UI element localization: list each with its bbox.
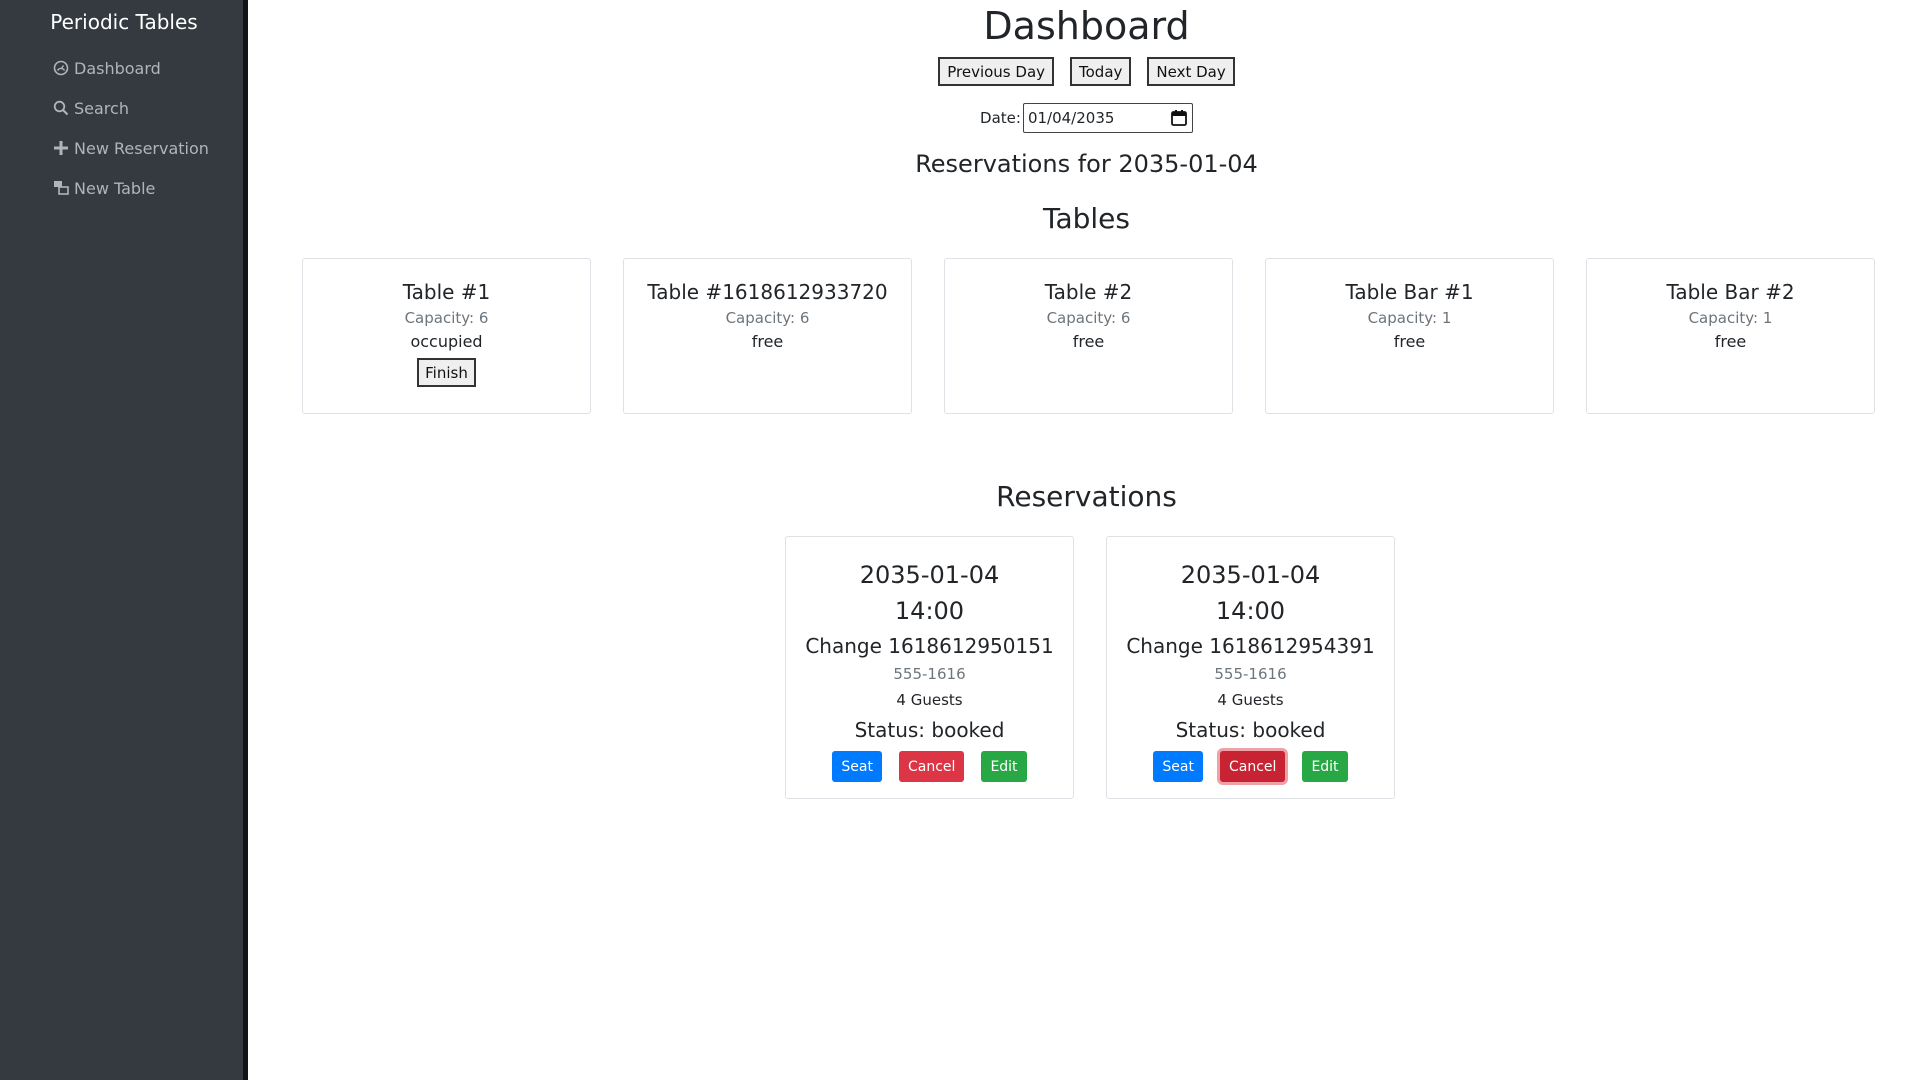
seat-button[interactable]: Seat: [832, 751, 882, 782]
reservations-heading: Reservations: [996, 480, 1177, 513]
table-capacity: Capacity: 6: [404, 309, 489, 327]
reservations-for-heading: Reservations for 2035-01-04: [915, 150, 1258, 178]
date-picker-row: Date: 01/04/2035: [253, 103, 1920, 133]
reservation-actions: Seat Cancel Edit: [1107, 751, 1394, 782]
edit-button[interactable]: Edit: [1302, 751, 1348, 782]
reservation-name: Change 1618612950151: [805, 634, 1054, 658]
table-capacity: Capacity: 6: [725, 309, 810, 327]
reservations-list: 2035-01-04 14:00 Change 1618612950151 55…: [785, 536, 1395, 799]
table-name: Table Bar #2: [1666, 280, 1795, 304]
tables-list: Table #1 Capacity: 6 occupied Finish Tab…: [302, 258, 1875, 414]
table-name: Table #1: [402, 280, 491, 304]
table-name: Table #1618612933720: [647, 280, 888, 304]
finish-button[interactable]: Finish: [417, 358, 476, 387]
reservation-card: 2035-01-04 14:00 Change 1618612950151 55…: [785, 536, 1074, 799]
cancel-button[interactable]: Cancel: [899, 751, 965, 782]
reservation-phone: 555-1616: [893, 665, 966, 683]
table-capacity: Capacity: 6: [1046, 309, 1131, 327]
table-card: Table Bar #1 Capacity: 1 free: [1265, 258, 1554, 414]
date-input-value: 01/04/2035: [1027, 109, 1115, 127]
sidebar-item-new-reservation[interactable]: New Reservation: [53, 128, 209, 168]
main-content: Dashboard Previous Day Today Next Day Da…: [253, 0, 1920, 1080]
page-title: Dashboard: [983, 4, 1190, 48]
table-status: free: [1393, 332, 1426, 351]
reservation-phone: 555-1616: [1214, 665, 1287, 683]
reservation-date: 2035-01-04: [1180, 561, 1321, 589]
sidebar-item-label: New Reservation: [74, 138, 209, 158]
plus-icon: [54, 141, 68, 155]
table-card: Table Bar #2 Capacity: 1 free: [1586, 258, 1875, 414]
table-status: free: [751, 332, 784, 351]
reservation-guests: 4 Guests: [1217, 691, 1284, 709]
new-table-icon: [54, 181, 69, 195]
reservation-actions: Seat Cancel Edit: [786, 751, 1073, 782]
calendar-icon[interactable]: [1170, 109, 1188, 127]
reservation-status: Status: booked: [854, 718, 1005, 742]
sidebar-item-label: New Table: [74, 178, 156, 198]
date-input[interactable]: 01/04/2035: [1022, 103, 1193, 133]
table-status: occupied: [410, 332, 483, 351]
table-status: free: [1714, 332, 1747, 351]
sidebar-item-dashboard[interactable]: Dashboard: [53, 48, 209, 88]
table-card: Table #2 Capacity: 6 free: [944, 258, 1233, 414]
reservation-card: 2035-01-04 14:00 Change 1618612954391 55…: [1106, 536, 1395, 799]
sidebar-item-new-table[interactable]: New Table: [53, 168, 209, 208]
cancel-button[interactable]: Cancel: [1220, 751, 1286, 782]
dashboard-icon: [53, 60, 69, 76]
reservation-guests: 4 Guests: [896, 691, 963, 709]
sidebar-item-label: Search: [74, 98, 129, 118]
tables-heading: Tables: [1043, 202, 1130, 235]
reservation-time: 14:00: [1215, 597, 1286, 625]
table-card: Table #1618612933720 Capacity: 6 free: [623, 258, 912, 414]
reservation-date: 2035-01-04: [859, 561, 1000, 589]
table-name: Table #2: [1044, 280, 1133, 304]
brand-title: Periodic Tables: [50, 10, 198, 34]
table-capacity: Capacity: 1: [1367, 309, 1452, 327]
sidebar-item-label: Dashboard: [74, 58, 161, 78]
table-card: Table #1 Capacity: 6 occupied Finish: [302, 258, 591, 414]
edit-button[interactable]: Edit: [981, 751, 1027, 782]
seat-button[interactable]: Seat: [1153, 751, 1203, 782]
next-day-button[interactable]: Next Day: [1147, 57, 1235, 86]
reservation-name: Change 1618612954391: [1126, 634, 1375, 658]
sidebar: Periodic Tables Dashboard Search New Res…: [0, 0, 248, 1080]
reservation-status: Status: booked: [1175, 718, 1326, 742]
search-icon: [53, 100, 69, 116]
sidebar-item-search[interactable]: Search: [53, 88, 209, 128]
day-navigation: Previous Day Today Next Day: [253, 57, 1920, 86]
previous-day-button[interactable]: Previous Day: [938, 57, 1055, 86]
table-capacity: Capacity: 1: [1688, 309, 1773, 327]
date-label: Date:: [980, 109, 1021, 127]
table-name: Table Bar #1: [1345, 280, 1474, 304]
table-status: free: [1072, 332, 1105, 351]
today-button[interactable]: Today: [1070, 57, 1132, 86]
sidebar-nav: Dashboard Search New Reservation New Tab…: [53, 48, 209, 208]
reservation-time: 14:00: [894, 597, 965, 625]
